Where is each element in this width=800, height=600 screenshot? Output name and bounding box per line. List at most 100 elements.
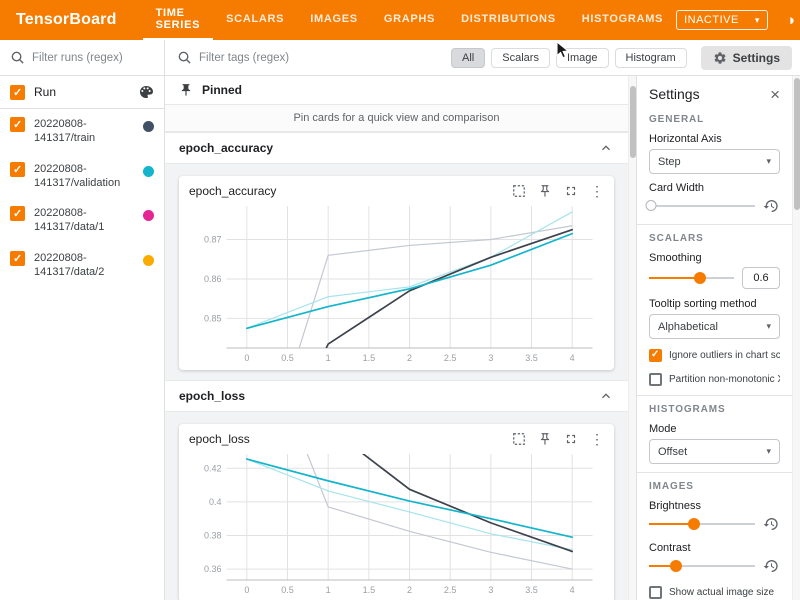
section-title: epoch_loss (179, 389, 245, 403)
tooltip-sorting-dropdown[interactable]: Alphabetical ▾ (649, 314, 780, 339)
fullscreen-icon[interactable] (564, 184, 578, 198)
settings-scrollbar[interactable] (792, 76, 800, 600)
reload-status-dropdown[interactable]: INACTIVE ▾ (676, 10, 768, 30)
runs-header-label: Run (34, 85, 129, 99)
line-chart-epoch-accuracy[interactable]: 00.511.522.533.540.850.860.87 (189, 200, 604, 366)
section-header-epoch-loss[interactable]: epoch_loss (165, 380, 628, 412)
scalar-card-epoch-loss: epoch_loss (179, 424, 614, 600)
chevron-up-icon[interactable] (598, 388, 614, 404)
cards-area: Pinned Pin cards for a quick view and co… (165, 76, 628, 600)
pin-icon (179, 83, 193, 97)
svg-text:3.5: 3.5 (525, 353, 538, 363)
divider (637, 224, 792, 225)
settings-button[interactable]: Settings (701, 46, 792, 70)
run-label: 20220808-141317/data/2 (34, 251, 134, 280)
tab-histograms[interactable]: HISTOGRAMS (569, 0, 676, 40)
show-actual-size-checkbox[interactable] (649, 586, 662, 599)
run-row-train[interactable]: 20220808-141317/train (0, 109, 164, 154)
run-label: 20220808-141317/train (34, 117, 134, 146)
settings-panel-title: Settings (649, 86, 700, 102)
divider (637, 472, 792, 473)
divider (637, 395, 792, 396)
run-row-data-2[interactable]: 20220808-141317/data/2 (0, 243, 164, 288)
histogram-mode-label: Mode (649, 423, 780, 435)
svg-text:2: 2 (407, 585, 412, 595)
chip-all[interactable]: All (451, 48, 485, 68)
brightness-slider[interactable] (649, 517, 755, 531)
run-checkbox[interactable] (10, 206, 25, 221)
run-checkbox[interactable] (10, 162, 25, 177)
run-color-dot (143, 210, 154, 221)
palette-icon[interactable] (138, 84, 154, 100)
theme-toggle-icon[interactable]: ◑ (781, 11, 800, 30)
slider-thumb[interactable] (646, 200, 657, 211)
svg-text:3: 3 (488, 353, 493, 363)
tab-images[interactable]: IMAGES (297, 0, 371, 40)
slider-thumb[interactable] (694, 272, 706, 284)
close-icon[interactable]: × (770, 86, 780, 103)
ignore-outliers-row[interactable]: Ignore outliers in chart scaling (649, 349, 780, 362)
dashed-box-icon[interactable] (512, 432, 526, 446)
pinned-title: Pinned (202, 83, 242, 97)
reset-icon[interactable] (763, 516, 780, 533)
histogram-mode-value: Offset (658, 446, 687, 458)
more-options-icon[interactable]: ⋮ (590, 184, 604, 198)
smoothing-label: Smoothing (649, 252, 780, 264)
chevron-up-icon[interactable] (598, 140, 614, 156)
tab-distributions[interactable]: DISTRIBUTIONS (448, 0, 569, 40)
partition-x-axis-checkbox[interactable] (649, 373, 662, 386)
svg-text:0.5: 0.5 (281, 353, 294, 363)
run-row-data-1[interactable]: 20220808-141317/data/1 (0, 198, 164, 243)
runs-list-header: Run (0, 76, 164, 109)
tab-time-series[interactable]: TIME SERIES (143, 0, 214, 40)
reset-icon[interactable] (763, 198, 780, 215)
dashed-box-icon[interactable] (512, 184, 526, 198)
svg-text:0: 0 (244, 353, 249, 363)
chip-scalars[interactable]: Scalars (491, 48, 550, 68)
slider-thumb[interactable] (688, 518, 700, 530)
tab-scalars[interactable]: SCALARS (213, 0, 297, 40)
slider-thumb[interactable] (670, 560, 682, 572)
partition-x-axis-label: Partition non-monotonic X axis (669, 374, 780, 385)
brightness-label: Brightness (649, 500, 780, 512)
filter-runs-input[interactable] (32, 52, 154, 64)
run-checkbox[interactable] (10, 251, 25, 266)
card-width-slider[interactable] (649, 199, 755, 213)
line-chart-epoch-loss[interactable]: 00.511.522.533.540.360.380.40.42 (189, 448, 604, 598)
section-header-epoch-accuracy[interactable]: epoch_accuracy (165, 132, 628, 164)
select-all-runs-checkbox[interactable] (10, 85, 25, 100)
main-nav-tabs: TIME SERIES SCALARS IMAGES GRAPHS DISTRI… (143, 0, 677, 40)
tooltip-sorting-label: Tooltip sorting method (649, 298, 780, 310)
run-row-validation[interactable]: 20220808-141317/validation (0, 154, 164, 199)
tab-graphs[interactable]: GRAPHS (371, 0, 448, 40)
pin-icon[interactable] (538, 432, 552, 446)
main-scrollbar[interactable] (628, 76, 636, 600)
scrollbar-thumb[interactable] (794, 78, 800, 210)
svg-text:1.5: 1.5 (363, 585, 376, 595)
svg-text:0.85: 0.85 (204, 313, 222, 323)
tensorboard-app: TensorBoard TIME SERIES SCALARS IMAGES G… (0, 0, 800, 600)
scalar-card-epoch-accuracy: epoch_accuracy (179, 176, 614, 370)
show-actual-size-label: Show actual image size (669, 587, 774, 598)
run-checkbox[interactable] (10, 117, 25, 132)
ignore-outliers-checkbox[interactable] (649, 349, 662, 362)
more-options-icon[interactable]: ⋮ (590, 432, 604, 446)
smoothing-slider[interactable] (649, 271, 734, 285)
chevron-down-icon: ▾ (766, 446, 771, 457)
run-label: 20220808-141317/validation (34, 162, 134, 191)
svg-text:4: 4 (570, 353, 575, 363)
partition-x-axis-row[interactable]: Partition non-monotonic X axis ⓘ (649, 372, 780, 387)
scrollbar-thumb[interactable] (630, 86, 636, 158)
show-actual-size-row[interactable]: Show actual image size (649, 586, 780, 599)
chip-histogram[interactable]: Histogram (615, 48, 687, 68)
filter-tags-input[interactable] (199, 52, 445, 64)
pin-icon[interactable] (538, 184, 552, 198)
chip-image[interactable]: Image (556, 48, 609, 68)
reset-icon[interactable] (763, 558, 780, 575)
smoothing-value-input[interactable] (742, 267, 780, 289)
fullscreen-icon[interactable] (564, 432, 578, 446)
histogram-mode-dropdown[interactable]: Offset ▾ (649, 439, 780, 464)
horizontal-axis-dropdown[interactable]: Step ▾ (649, 149, 780, 174)
filter-tags-box (177, 50, 445, 65)
contrast-slider[interactable] (649, 559, 755, 573)
